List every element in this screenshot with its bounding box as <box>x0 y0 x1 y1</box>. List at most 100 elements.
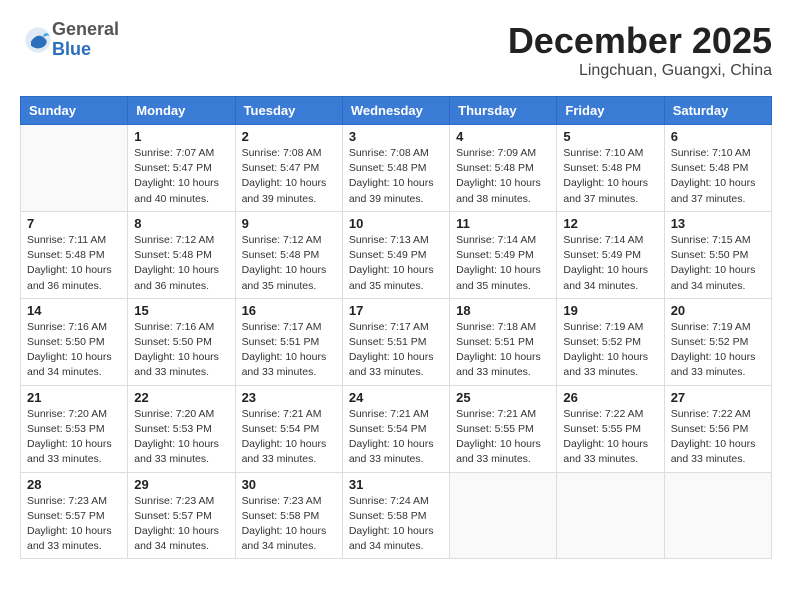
calendar-day-header: Wednesday <box>342 97 449 125</box>
day-number: 11 <box>456 216 550 231</box>
calendar-cell <box>21 125 128 212</box>
day-info: Sunrise: 7:07 AMSunset: 5:47 PMDaylight:… <box>134 146 228 207</box>
day-info: Sunrise: 7:14 AMSunset: 5:49 PMDaylight:… <box>563 233 657 294</box>
logo: General Blue <box>20 20 119 60</box>
day-number: 21 <box>27 390 121 405</box>
day-number: 19 <box>563 303 657 318</box>
calendar-cell: 9Sunrise: 7:12 AMSunset: 5:48 PMDaylight… <box>235 211 342 298</box>
calendar-week-row: 14 Sunrise: 7:16 AMSunset: 5:50 PMDayligh… <box>21 298 772 385</box>
day-info: Sunrise: 7:23 AMSunset: 5:57 PMDaylight:… <box>134 494 228 555</box>
calendar-cell: 27 Sunrise: 7:22 AMSunset: 5:56 PMDayligh… <box>664 385 771 472</box>
calendar-day-header: Thursday <box>450 97 557 125</box>
calendar-cell: 28Sunrise: 7:23 AMSunset: 5:57 PMDayligh… <box>21 472 128 559</box>
location-subtitle: Lingchuan, Guangxi, China <box>508 62 772 80</box>
day-info: Sunrise: 7:21 AMSunset: 5:55 PMDaylight:… <box>456 407 550 468</box>
calendar-cell: 17Sunrise: 7:17 AMSunset: 5:51 PMDayligh… <box>342 298 449 385</box>
title-section: December 2025 Lingchuan, Guangxi, China <box>508 20 772 80</box>
calendar-day-header: Sunday <box>21 97 128 125</box>
day-number: 27 <box>671 390 765 405</box>
calendar-cell: 26 Sunrise: 7:22 AMSunset: 5:55 PMDayligh… <box>557 385 664 472</box>
day-info: Sunrise: 7:16 AMSunset: 5:50 PMDaylight:… <box>134 320 228 381</box>
day-number: 23 <box>242 390 336 405</box>
logo-icon <box>24 26 52 54</box>
day-info: Sunrise: 7:17 AMSunset: 5:51 PMDaylight:… <box>242 320 336 381</box>
month-year-title: December 2025 <box>508 20 772 62</box>
day-info: Sunrise: 7:08 AMSunset: 5:48 PMDaylight:… <box>349 146 443 207</box>
day-info: Sunrise: 7:10 AMSunset: 5:48 PMDaylight:… <box>563 146 657 207</box>
day-number: 25 <box>456 390 550 405</box>
day-number: 16 <box>242 303 336 318</box>
day-number: 4 <box>456 129 550 144</box>
day-number: 8 <box>134 216 228 231</box>
calendar-cell: 24 Sunrise: 7:21 AMSunset: 5:54 PMDayligh… <box>342 385 449 472</box>
calendar-week-row: 28 Sunrise: 7:23 AMSunset: 5:57 PMDayligh… <box>21 472 772 559</box>
day-number: 7 <box>27 216 121 231</box>
day-info: Sunrise: 7:13 AMSunset: 5:49 PMDaylight:… <box>349 233 443 294</box>
day-number: 9 <box>242 216 336 231</box>
day-info: Sunrise: 7:21 AMSunset: 5:54 PMDaylight:… <box>242 407 336 468</box>
calendar-cell: 25 Sunrise: 7:21 AMSunset: 5:55 PMDayligh… <box>450 385 557 472</box>
calendar-cell: 22Sunrise: 7:20 AMSunset: 5:53 PMDayligh… <box>128 385 235 472</box>
calendar-cell: 8 Sunrise: 7:12 AMSunset: 5:48 PMDaylight… <box>128 211 235 298</box>
day-info: Sunrise: 7:20 AMSunset: 5:53 PMDaylight:… <box>27 407 121 468</box>
day-number: 26 <box>563 390 657 405</box>
calendar-cell: 18 Sunrise: 7:18 AMSunset: 5:51 PMDayligh… <box>450 298 557 385</box>
calendar-cell: 1 Sunrise: 7:07 AMSunset: 5:47 PMDaylight… <box>128 125 235 212</box>
calendar-cell: 3 Sunrise: 7:08 AMSunset: 5:48 PMDaylight… <box>342 125 449 212</box>
logo-blue: Blue <box>52 40 119 60</box>
calendar-day-header: Friday <box>557 97 664 125</box>
calendar-cell: 31Sunrise: 7:24 AMSunset: 5:58 PMDayligh… <box>342 472 449 559</box>
day-info: Sunrise: 7:19 AMSunset: 5:52 PMDaylight:… <box>563 320 657 381</box>
calendar-cell: 14 Sunrise: 7:16 AMSunset: 5:50 PMDayligh… <box>21 298 128 385</box>
day-info: Sunrise: 7:19 AMSunset: 5:52 PMDaylight:… <box>671 320 765 381</box>
day-info: Sunrise: 7:09 AMSunset: 5:48 PMDaylight:… <box>456 146 550 207</box>
day-info: Sunrise: 7:22 AMSunset: 5:55 PMDaylight:… <box>563 407 657 468</box>
day-number: 1 <box>134 129 228 144</box>
day-info: Sunrise: 7:10 AMSunset: 5:48 PMDaylight:… <box>671 146 765 207</box>
day-info: Sunrise: 7:12 AMSunset: 5:48 PMDaylight:… <box>134 233 228 294</box>
calendar-week-row: 21 Sunrise: 7:20 AMSunset: 5:53 PMDayligh… <box>21 385 772 472</box>
day-number: 29 <box>134 477 228 492</box>
calendar-cell: 30Sunrise: 7:23 AMSunset: 5:58 PMDayligh… <box>235 472 342 559</box>
day-number: 24 <box>349 390 443 405</box>
calendar-cell: 23 Sunrise: 7:21 AMSunset: 5:54 PMDayligh… <box>235 385 342 472</box>
day-info: Sunrise: 7:17 AMSunset: 5:51 PMDaylight:… <box>349 320 443 381</box>
day-number: 15 <box>134 303 228 318</box>
calendar-cell: 15 Sunrise: 7:16 AMSunset: 5:50 PMDayligh… <box>128 298 235 385</box>
day-number: 31 <box>349 477 443 492</box>
calendar-cell: 7 Sunrise: 7:11 AMSunset: 5:48 PMDaylight… <box>21 211 128 298</box>
day-info: Sunrise: 7:22 AMSunset: 5:56 PMDaylight:… <box>671 407 765 468</box>
calendar-day-header: Monday <box>128 97 235 125</box>
day-info: Sunrise: 7:16 AMSunset: 5:50 PMDaylight:… <box>27 320 121 381</box>
calendar-cell: 5Sunrise: 7:10 AMSunset: 5:48 PMDaylight… <box>557 125 664 212</box>
day-number: 20 <box>671 303 765 318</box>
day-info: Sunrise: 7:20 AMSunset: 5:53 PMDaylight:… <box>134 407 228 468</box>
day-number: 12 <box>563 216 657 231</box>
day-info: Sunrise: 7:23 AMSunset: 5:58 PMDaylight:… <box>242 494 336 555</box>
day-number: 14 <box>27 303 121 318</box>
calendar-day-header: Tuesday <box>235 97 342 125</box>
day-number: 13 <box>671 216 765 231</box>
day-info: Sunrise: 7:11 AMSunset: 5:48 PMDaylight:… <box>27 233 121 294</box>
calendar-cell: 12 Sunrise: 7:14 AMSunset: 5:49 PMDayligh… <box>557 211 664 298</box>
calendar-week-row: 7 Sunrise: 7:11 AMSunset: 5:48 PMDaylight… <box>21 211 772 298</box>
day-info: Sunrise: 7:08 AMSunset: 5:47 PMDaylight:… <box>242 146 336 207</box>
calendar-cell: 6 Sunrise: 7:10 AMSunset: 5:48 PMDaylight… <box>664 125 771 212</box>
calendar-cell <box>450 472 557 559</box>
calendar-cell: 20 Sunrise: 7:19 AMSunset: 5:52 PMDayligh… <box>664 298 771 385</box>
calendar-header-row: SundayMondayTuesdayWednesdayThursdayFrid… <box>21 97 772 125</box>
day-info: Sunrise: 7:21 AMSunset: 5:54 PMDaylight:… <box>349 407 443 468</box>
logo-general: General <box>52 20 119 40</box>
calendar-cell: 29 Sunrise: 7:23 AMSunset: 5:57 PMDayligh… <box>128 472 235 559</box>
day-number: 10 <box>349 216 443 231</box>
day-info: Sunrise: 7:15 AMSunset: 5:50 PMDaylight:… <box>671 233 765 294</box>
calendar-cell: 10 Sunrise: 7:13 AMSunset: 5:49 PMDayligh… <box>342 211 449 298</box>
day-number: 28 <box>27 477 121 492</box>
calendar-cell: 13 Sunrise: 7:15 AMSunset: 5:50 PMDayligh… <box>664 211 771 298</box>
day-number: 6 <box>671 129 765 144</box>
page-header: General Blue December 2025 Lingchuan, Gu… <box>20 20 772 80</box>
day-info: Sunrise: 7:18 AMSunset: 5:51 PMDaylight:… <box>456 320 550 381</box>
calendar-table: SundayMondayTuesdayWednesdayThursdayFrid… <box>20 96 772 559</box>
day-number: 18 <box>456 303 550 318</box>
day-number: 3 <box>349 129 443 144</box>
